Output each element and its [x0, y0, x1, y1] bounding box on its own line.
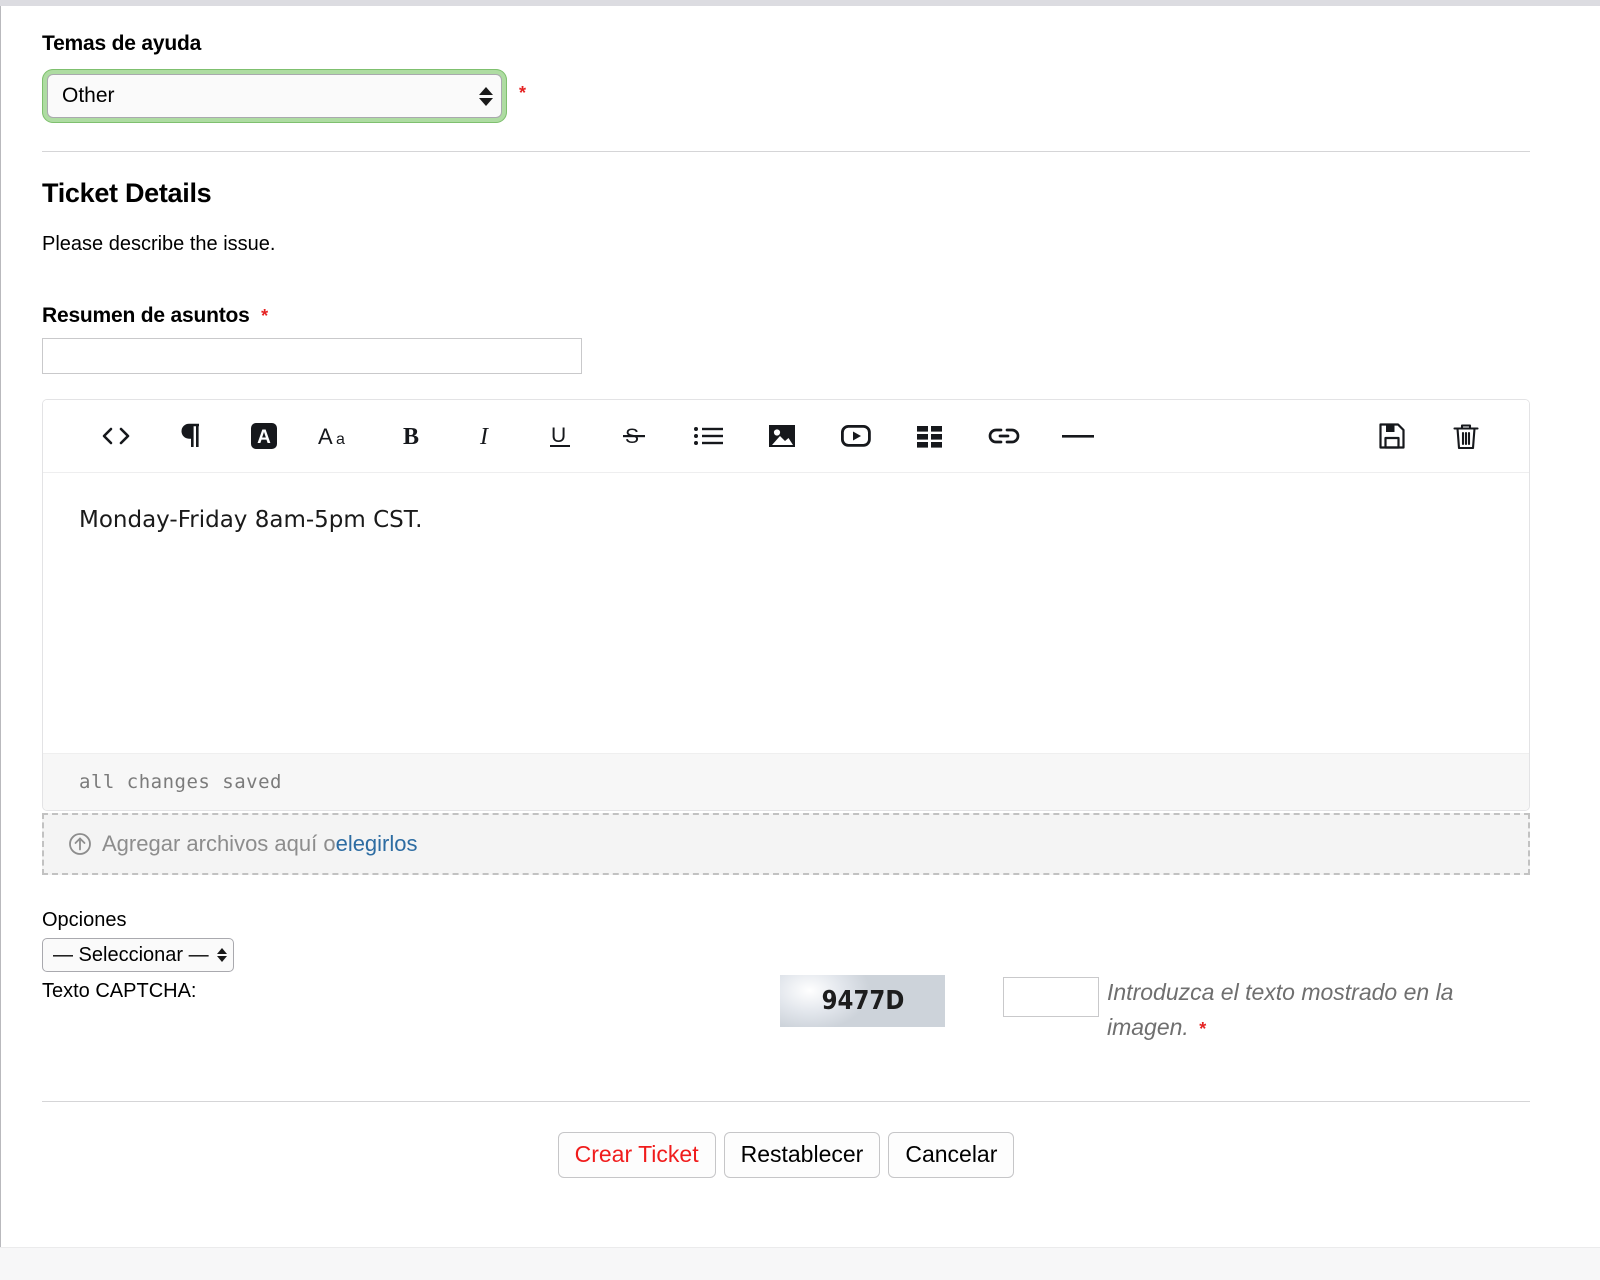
editor-save-status: all changes saved: [43, 753, 1529, 810]
form-actions: Crear Ticket Restablecer Cancelar: [6, 1132, 1566, 1178]
options-select[interactable]: — Seleccionar —: [42, 938, 234, 972]
dropzone-choose-link[interactable]: elegirlos: [336, 831, 418, 857]
svg-text:I: I: [479, 424, 489, 449]
paragraph-icon[interactable]: [153, 414, 227, 458]
file-dropzone[interactable]: Agregar archivos aquí o elegirlos: [42, 813, 1530, 875]
cancel-button[interactable]: Cancelar: [888, 1132, 1014, 1178]
dropzone-text: Agregar archivos aquí o: [102, 831, 336, 857]
help-topic-select[interactable]: Other: [47, 74, 502, 118]
svg-text:a: a: [336, 431, 345, 448]
ticket-details-instructions: Please describe the issue.: [42, 233, 1566, 256]
create-ticket-button[interactable]: Crear Ticket: [558, 1132, 716, 1178]
svg-text:A: A: [257, 427, 271, 448]
subject-field-group: Resumen de asuntos *: [42, 304, 1566, 374]
issue-editor-text: Monday-Friday 8am-5pm CST.: [79, 503, 1493, 538]
help-topic-section: Temas de ayuda Other *: [6, 6, 1566, 123]
svg-text:A: A: [318, 424, 333, 449]
text-color-icon[interactable]: A: [227, 414, 301, 458]
bottom-chrome-band: [0, 1247, 1600, 1280]
subject-label: Resumen de asuntos: [42, 304, 250, 327]
horizontal-rule-icon[interactable]: [1041, 414, 1115, 458]
options-selected-value: — Seleccionar —: [53, 944, 209, 967]
svg-text:B: B: [403, 424, 419, 449]
captcha-image-code: 9477D: [821, 986, 904, 1016]
help-topic-selected-value: Other: [62, 84, 115, 108]
svg-text:U: U: [551, 424, 566, 447]
subject-required-marker: *: [261, 306, 268, 326]
left-border-rule: [0, 6, 1, 1280]
captcha-image: 9477D: [780, 975, 945, 1027]
help-topic-focus-ring: Other: [42, 69, 507, 123]
underline-icon[interactable]: U: [523, 414, 597, 458]
captcha-input[interactable]: [1003, 977, 1099, 1017]
ticket-form-page: Temas de ayuda Other * Ticket Details Pl…: [6, 6, 1566, 1280]
table-icon[interactable]: [893, 414, 967, 458]
section-divider-bottom: [42, 1101, 1530, 1102]
issue-editor: A A a B I: [42, 399, 1530, 875]
trash-icon[interactable]: [1429, 414, 1503, 458]
captcha-hint: Introduzca el texto mostrado en la image…: [1107, 979, 1453, 1040]
bullet-list-icon[interactable]: [671, 414, 745, 458]
options-label: Opciones: [42, 909, 1566, 932]
help-topic-label: Temas de ayuda: [42, 32, 1566, 56]
font-size-icon[interactable]: A a: [301, 414, 375, 458]
captcha-required-marker: *: [1199, 1019, 1206, 1039]
strikethrough-icon[interactable]: S: [597, 414, 671, 458]
options-stepper-arrows-icon: [217, 948, 227, 962]
help-topic-required-marker: *: [519, 83, 526, 104]
link-icon[interactable]: [967, 414, 1041, 458]
video-icon[interactable]: [819, 414, 893, 458]
upload-circle-icon: [68, 832, 92, 856]
code-icon[interactable]: [79, 414, 153, 458]
captcha-group: 9477D Introduzca el texto mostrado en la…: [780, 975, 1507, 1044]
reset-button[interactable]: Restablecer: [724, 1132, 881, 1178]
ticket-details-heading: Ticket Details: [42, 178, 1566, 209]
ticket-details-section: Ticket Details Please describe the issue…: [6, 152, 1566, 374]
subject-input[interactable]: [42, 338, 582, 374]
italic-icon[interactable]: I: [449, 414, 523, 458]
editor-toolbar: A A a B I: [43, 400, 1529, 473]
stepper-arrows-icon: [479, 87, 493, 106]
save-icon[interactable]: [1355, 414, 1429, 458]
issue-editor-body[interactable]: Monday-Friday 8am-5pm CST.: [43, 473, 1529, 753]
image-icon[interactable]: [745, 414, 819, 458]
bold-icon[interactable]: B: [375, 414, 449, 458]
options-captcha-section: Opciones — Seleccionar — Texto CAPTCHA: …: [6, 909, 1566, 1003]
